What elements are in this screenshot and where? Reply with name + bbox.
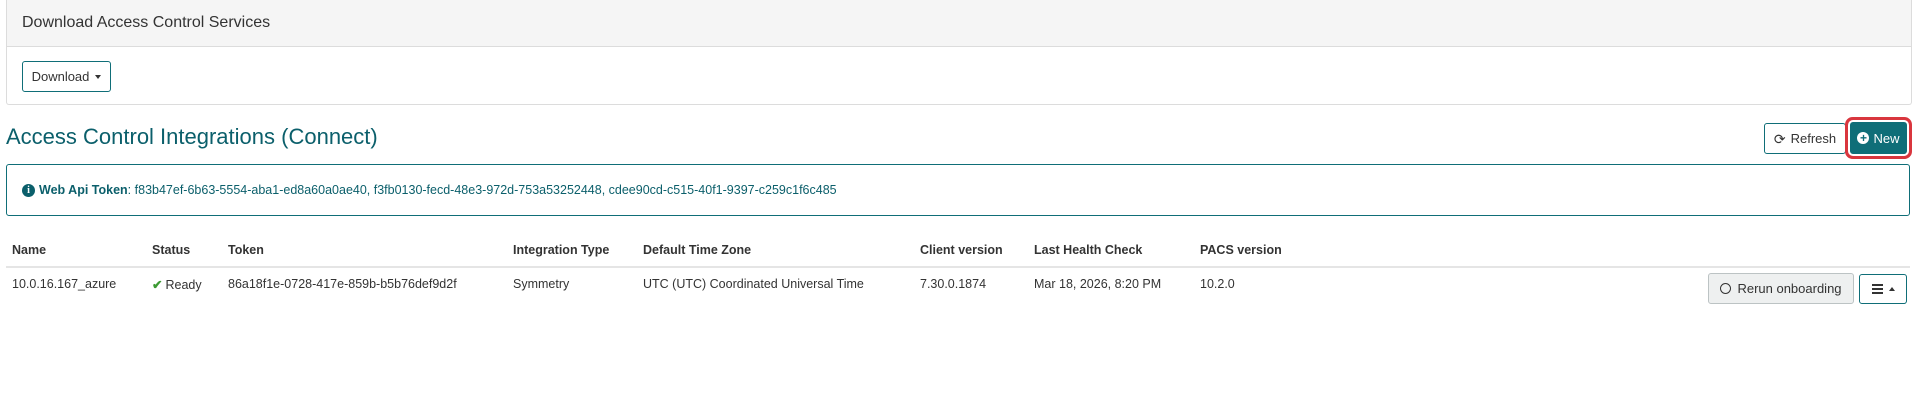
cell-status: ✔ Ready <box>152 277 202 292</box>
cell-client-version: 7.30.0.1874 <box>920 277 987 291</box>
cell-name: 10.0.16.167_azure <box>12 277 117 291</box>
refresh-button[interactable]: ⟳ Refresh <box>1764 123 1846 154</box>
column-header-pacs-version: PACS version <box>1200 243 1282 257</box>
download-dropdown-button[interactable]: Download <box>22 61 111 92</box>
status-text: Ready <box>165 278 202 292</box>
cell-pacs-version: 10.2.0 <box>1200 277 1235 291</box>
cell-integration-type: Symmetry <box>513 277 570 291</box>
table-header: Name Status Token Integration Type Defau… <box>6 232 1910 268</box>
column-header-client-version: Client version <box>920 243 1003 257</box>
caret-icon <box>1888 287 1895 291</box>
hamburger-menu-icon <box>1871 284 1883 294</box>
web-api-token-alert: i Web Api Token: f83b47ef-6b63-5554-aba1… <box>6 164 1910 216</box>
caret-down-icon <box>95 74 102 79</box>
check-icon: ✔ <box>152 278 163 292</box>
column-header-token: Token <box>228 243 264 257</box>
new-label: New <box>1873 130 1900 146</box>
rerun-onboarding-label: Rerun onboarding <box>1737 281 1842 296</box>
download-panel: Download Access Control Services Downloa… <box>6 0 1912 105</box>
rerun-onboarding-button[interactable]: Rerun onboarding <box>1708 273 1854 304</box>
column-header-name: Name <box>12 243 47 257</box>
download-panel-title: Download Access Control Services <box>7 0 1911 47</box>
column-header-last-health-check: Last Health Check <box>1034 243 1143 257</box>
web-api-token-values: f83b47ef-6b63-5554-aba1-ed8a60a0ae40, f3… <box>134 183 837 197</box>
column-header-time-zone: Default Time Zone <box>643 243 752 257</box>
web-api-token-label: Web Api Token <box>39 183 128 197</box>
web-api-token-separator: : <box>127 183 132 197</box>
download-label: Download <box>31 69 90 84</box>
column-header-status: Status <box>152 243 191 257</box>
cell-token: 86a18f1e-0728-417e-859b-b5b76def9d2f <box>228 277 457 291</box>
download-panel-body: Download <box>7 47 1911 104</box>
circle-icon <box>1720 283 1732 294</box>
cell-time-zone: UTC (UTC) Coordinated Universal Time <box>643 277 864 291</box>
refresh-icon: ⟳ <box>1773 130 1786 147</box>
column-header-integration-type: Integration Type <box>513 243 610 257</box>
refresh-label: Refresh <box>1790 131 1837 146</box>
page-title: Access Control Integrations (Connect) <box>6 124 378 149</box>
table-row: 10.0.16.167_azure ✔ Ready 86a18f1e-0728-4… <box>6 267 1910 309</box>
new-integration-button[interactable]: + New <box>1850 122 1907 154</box>
plus-circle-icon: + <box>1857 132 1870 144</box>
row-actions-menu-button[interactable] <box>1859 274 1907 304</box>
info-circle-icon: i <box>22 183 35 197</box>
cell-last-health-check: Mar 18, 2026, 8:20 PM <box>1034 277 1162 291</box>
